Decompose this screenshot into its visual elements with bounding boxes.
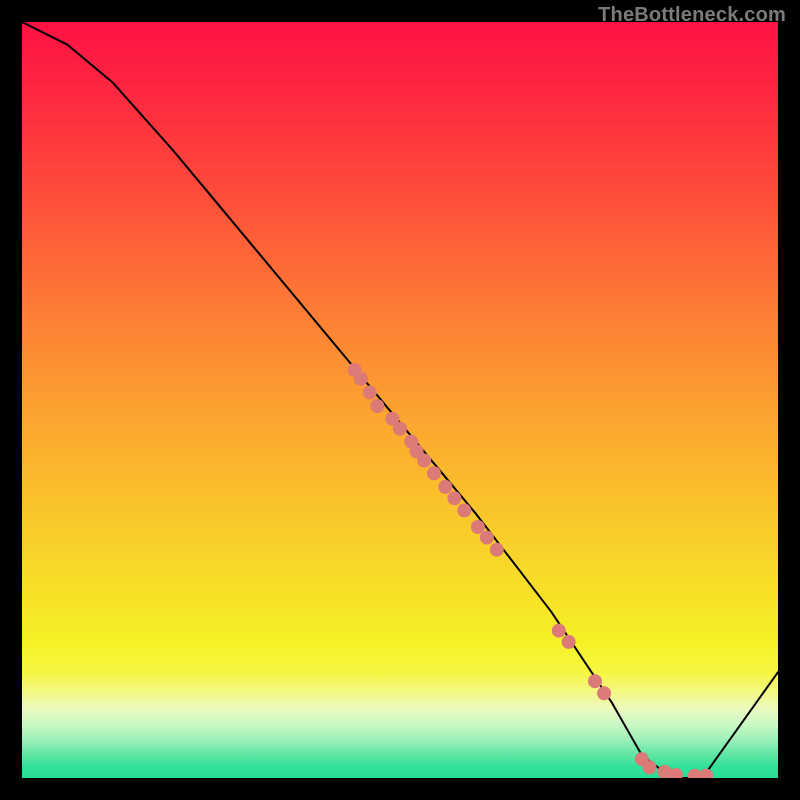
data-point bbox=[597, 686, 611, 700]
watermark-text: TheBottleneck.com bbox=[598, 4, 786, 27]
data-point bbox=[457, 503, 471, 517]
plot-area bbox=[22, 22, 778, 778]
bottleneck-curve bbox=[22, 22, 778, 778]
data-point bbox=[562, 635, 576, 649]
data-points-group bbox=[348, 363, 714, 778]
chart-stage: TheBottleneck.com bbox=[0, 0, 800, 800]
data-point bbox=[471, 520, 485, 534]
data-point bbox=[588, 674, 602, 688]
data-point bbox=[417, 454, 431, 468]
data-point bbox=[447, 491, 461, 505]
data-point bbox=[363, 385, 377, 399]
data-point bbox=[480, 531, 494, 545]
data-point bbox=[427, 466, 441, 480]
data-point bbox=[393, 422, 407, 436]
data-point bbox=[552, 624, 566, 638]
data-point bbox=[699, 769, 713, 778]
chart-overlay bbox=[22, 22, 778, 778]
data-point bbox=[370, 399, 384, 413]
data-point bbox=[354, 372, 368, 386]
data-point bbox=[490, 543, 504, 557]
data-point bbox=[643, 760, 657, 774]
data-point bbox=[438, 480, 452, 494]
